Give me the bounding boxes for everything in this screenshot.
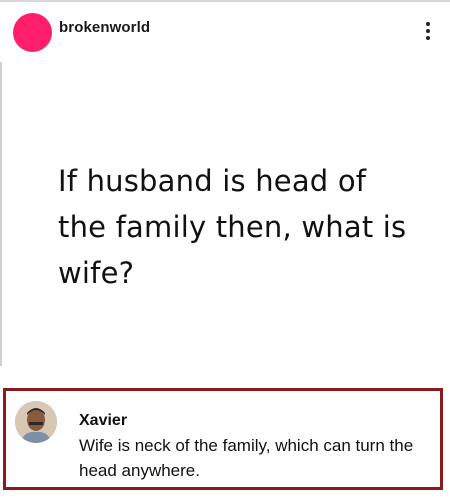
comment-card: Xavier Wife is neck of the family, which… [3, 388, 443, 490]
post-image[interactable]: If husband is head of the family then, w… [2, 62, 450, 366]
username[interactable]: brokenworld [59, 19, 150, 36]
more-vertical-icon [426, 22, 430, 26]
more-options-button[interactable] [422, 22, 434, 44]
commenter-name[interactable]: Xavier [79, 412, 127, 430]
post-caption-text: If husband is head of the family then, w… [58, 164, 407, 290]
person-photo-icon [15, 401, 57, 443]
user-avatar[interactable] [13, 13, 52, 52]
post-header: brokenworld [0, 0, 450, 62]
comment-text: Wife is neck of the family, which can tu… [79, 436, 414, 480]
commenter-avatar[interactable] [15, 401, 57, 443]
